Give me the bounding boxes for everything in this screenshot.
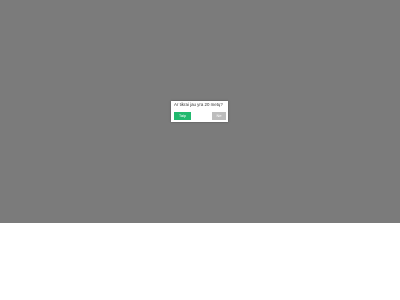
age-confirmation-dialog: Ar tikrai jau yra 20 metų? Taip Ne	[171, 101, 228, 122]
yes-button[interactable]: Taip	[174, 112, 191, 120]
dialog-question: Ar tikrai jau yra 20 metų?	[174, 102, 223, 107]
no-button[interactable]: Ne	[212, 112, 226, 120]
